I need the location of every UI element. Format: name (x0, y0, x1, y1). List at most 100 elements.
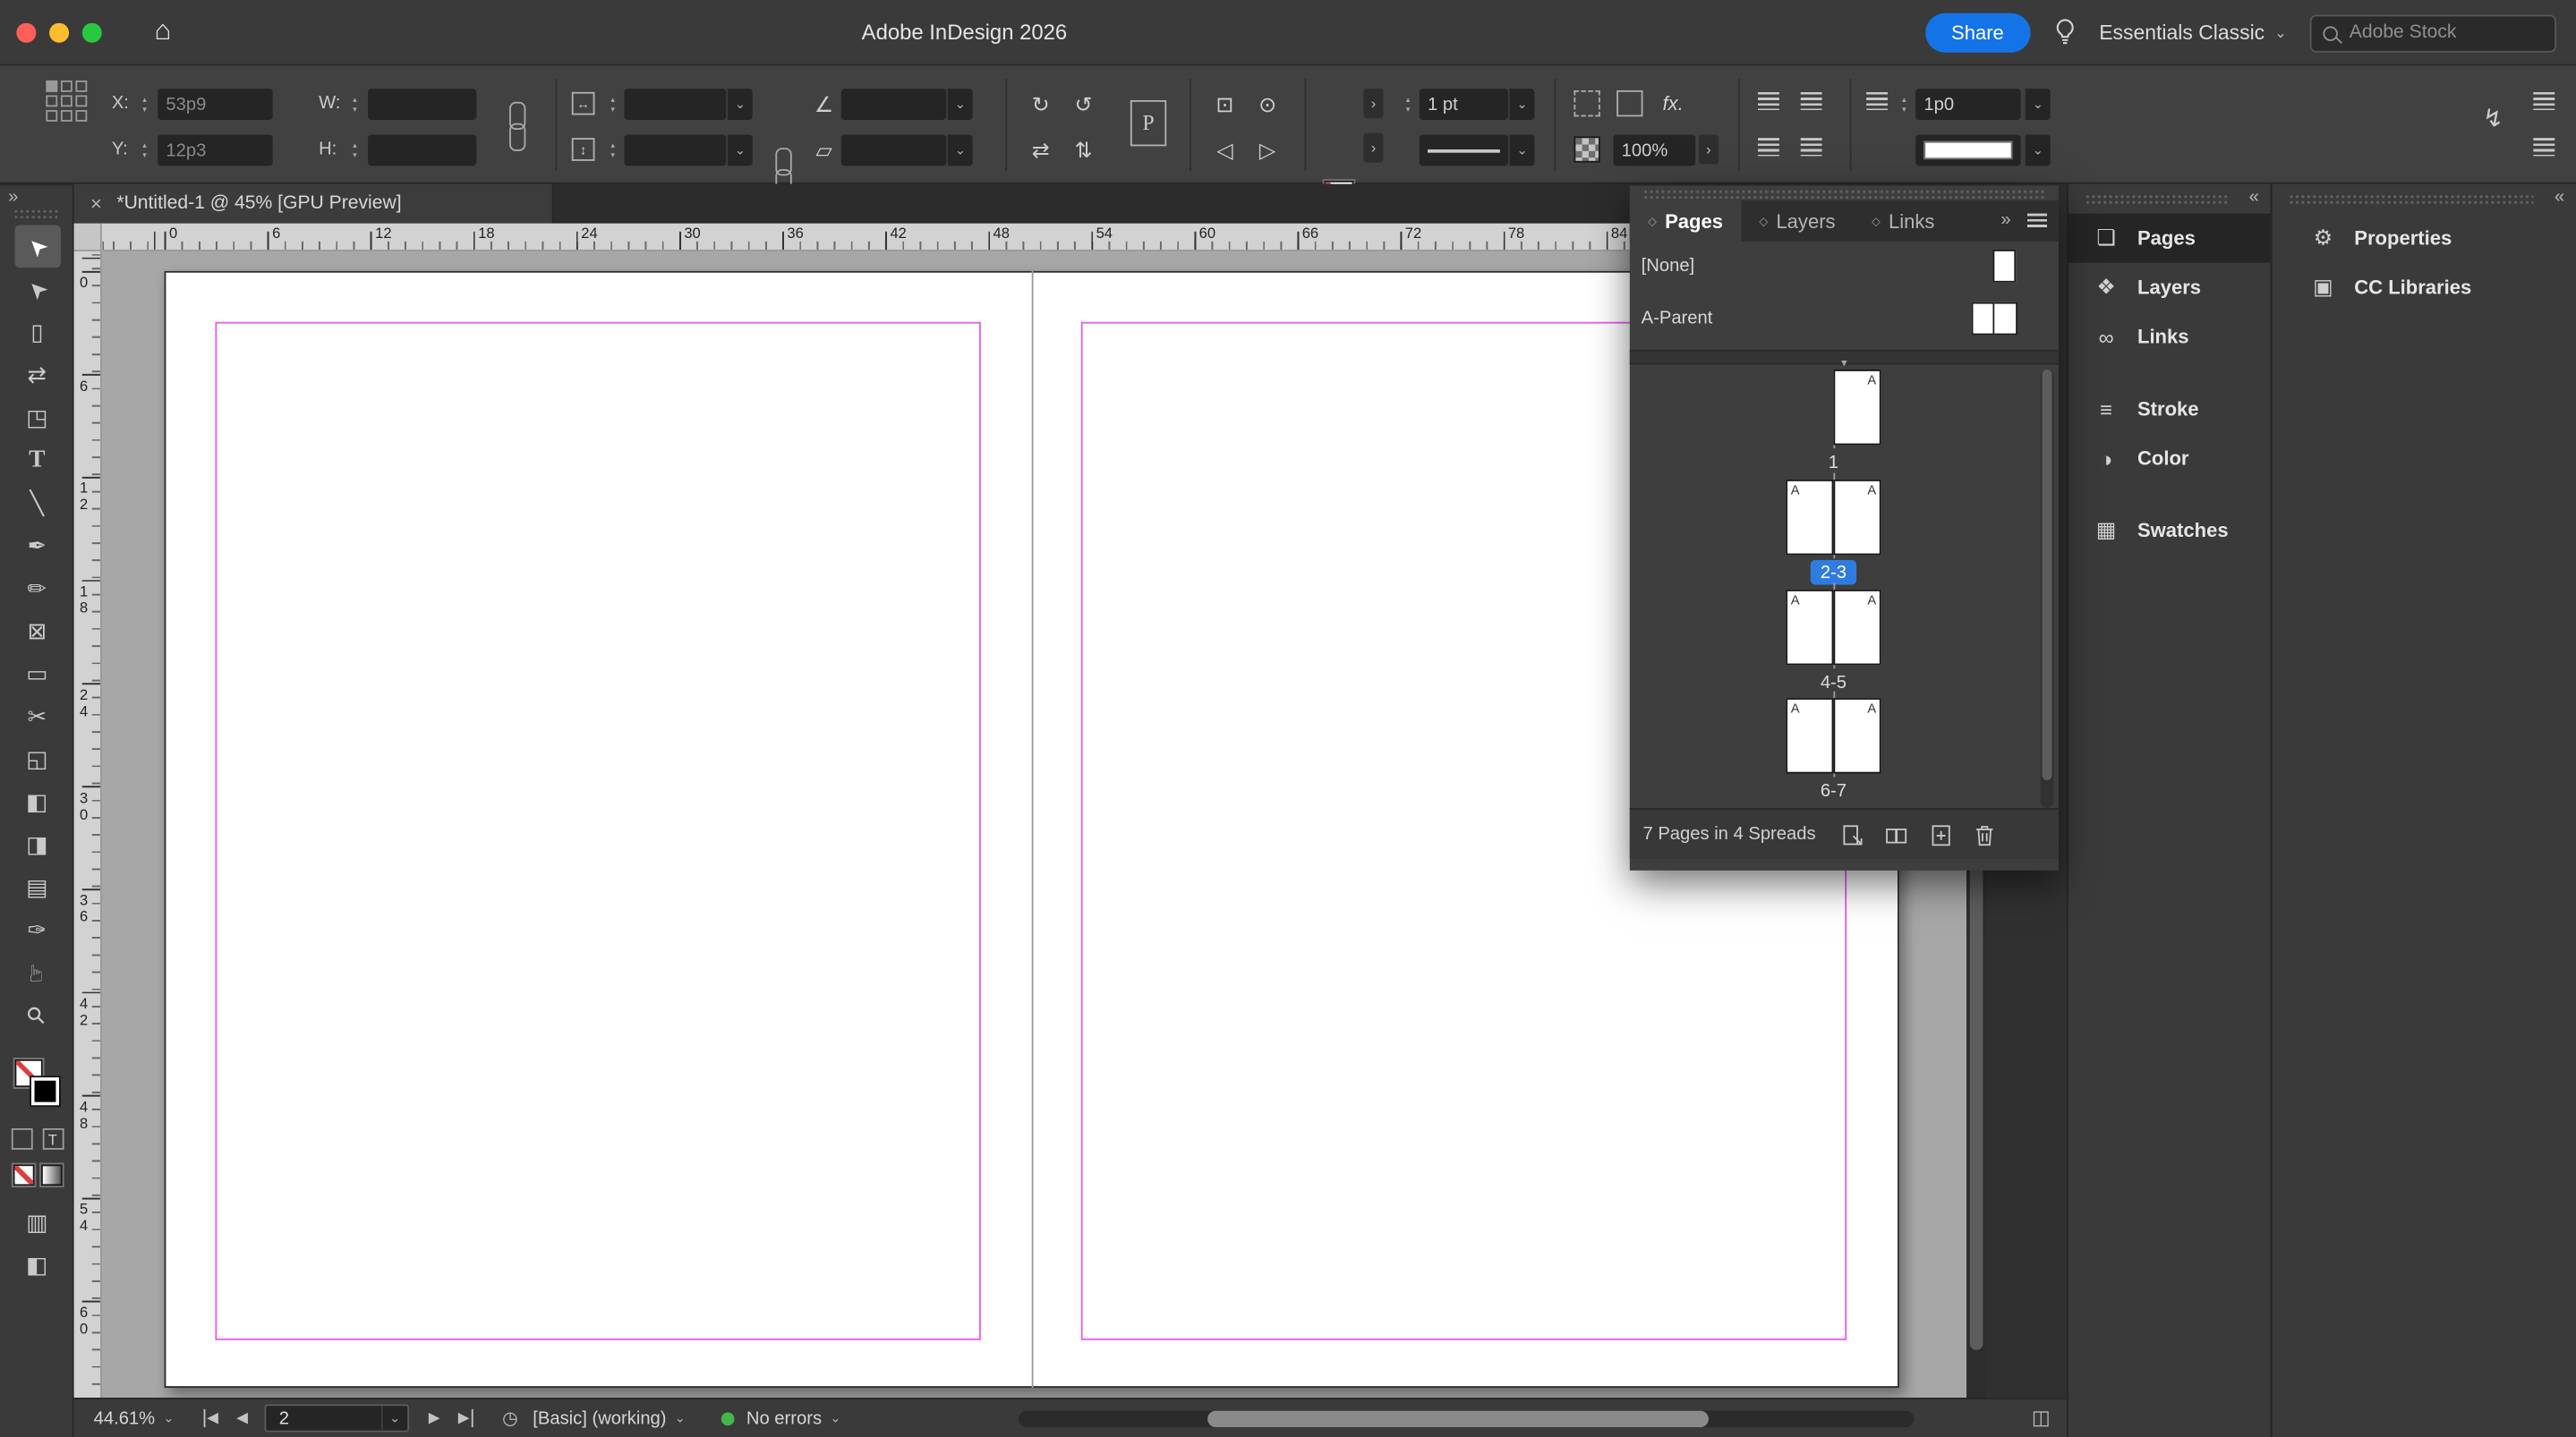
free-transform-tool[interactable]: ◱ (14, 737, 60, 780)
minimize-window-button[interactable] (49, 21, 70, 42)
horizontal-scrollbar[interactable] (1019, 1410, 1915, 1428)
errors-chevron-icon[interactable]: ⌄ (830, 1411, 840, 1426)
dock-drag-handle[interactable] (2085, 193, 2228, 206)
page-spread-item[interactable]: A A 4-5 (1786, 582, 1881, 699)
width-input[interactable] (368, 89, 477, 120)
stroke-type-dropdown[interactable] (1419, 134, 1508, 166)
collapse-dock-icon[interactable]: « (2555, 187, 2564, 207)
panel-tab[interactable]: ◇ Layers (1741, 200, 1854, 242)
dock-drag-handle[interactable] (2288, 193, 2534, 206)
zoom-chevron-icon[interactable]: ⌄ (163, 1411, 174, 1426)
ruler-origin-box[interactable] (73, 223, 102, 251)
panel-tab[interactable]: ◇ Links (1854, 200, 1953, 242)
opacity-flyout-button[interactable]: › (1698, 134, 1719, 165)
rotate-clockwise-button[interactable]: ↻ (1025, 89, 1056, 120)
edit-page-size-icon[interactable] (1840, 823, 1865, 848)
preflight-chevron-icon[interactable]: ⌄ (675, 1411, 686, 1426)
page-spread-item[interactable]: A A 6-7 (1786, 692, 1881, 809)
space-dropdown[interactable]: ⌄ (2024, 89, 2051, 120)
height-input[interactable] (368, 134, 477, 166)
type-tool[interactable]: T (14, 438, 60, 481)
direct-selection-tool[interactable]: ➤ (14, 268, 60, 310)
rotate-counterclockwise-button[interactable]: ↺ (1068, 89, 1099, 120)
gap-tool[interactable]: ⇄ (14, 353, 60, 396)
page-spread-item[interactable]: A A 1 (1786, 369, 1881, 480)
zoom-tool[interactable]: ⚲ (14, 993, 60, 1036)
object-style-dropdown[interactable] (1915, 134, 2021, 166)
frame-tool[interactable]: ⊠ (14, 609, 60, 652)
object-style-chevron[interactable]: ⌄ (2024, 134, 2051, 166)
scale-x-dropdown[interactable]: ⌄ (726, 89, 753, 120)
delete-page-icon[interactable] (1973, 823, 1996, 848)
align-justify-icon[interactable] (1800, 91, 1822, 110)
split-view-icon[interactable]: ◫ (2032, 1406, 2051, 1429)
frame-fitting-icon[interactable] (1616, 89, 1643, 117)
stroke-flyout-button[interactable]: › (1363, 132, 1384, 163)
page-thumbnail-right[interactable]: A (1833, 698, 1881, 774)
panel-section-divider[interactable]: ▾ (1629, 349, 2059, 370)
formatting-affects-container-icon[interactable] (10, 1127, 32, 1150)
height-stepper[interactable]: ▴ ▾ (346, 135, 363, 166)
parent-row-a[interactable]: A-Parent (1630, 291, 2059, 346)
page-spread-item[interactable]: A A 2-3 (1786, 472, 1881, 590)
scale-x-stepper[interactable]: ▴ ▾ (604, 89, 620, 120)
pages-scrollbar-thumb[interactable] (2042, 369, 2052, 780)
x-stepper[interactable]: ▴ ▾ (136, 89, 152, 120)
lightbulb-icon[interactable] (2053, 18, 2077, 47)
scale-y-dropdown[interactable]: ⌄ (726, 134, 753, 166)
preflight-status[interactable]: No errors (746, 1408, 822, 1428)
panel-item-stroke[interactable]: ≡ Stroke (2068, 385, 2271, 434)
panel-item-pages[interactable]: ❏ Pages (2068, 213, 2271, 263)
selection-tool[interactable]: ➤ (13, 225, 60, 268)
share-button[interactable]: Share (1924, 13, 2031, 53)
page-thumbnail-right[interactable]: A (1833, 479, 1881, 555)
page-thumbnail-left[interactable]: A (1786, 479, 1834, 555)
view-spread-icon[interactable] (1884, 823, 1909, 848)
workspace-switcher[interactable]: Essentials Classic ⌄ (2099, 21, 2287, 45)
align-left-icon[interactable] (1757, 91, 1779, 110)
stroke-weight-stepper[interactable]: ▴ ▾ (1400, 89, 1416, 120)
expand-panel-icon[interactable]: » (2000, 210, 2010, 230)
next-page-button[interactable]: ▶ (429, 1409, 440, 1427)
stroke-weight-dropdown[interactable]: ⌄ (1507, 89, 1535, 120)
y-input[interactable]: 12p3 (158, 134, 273, 166)
current-page-value[interactable]: 2 (266, 1408, 380, 1428)
toolbar-expand-icon[interactable]: » (8, 187, 18, 207)
last-page-button[interactable]: ▶ (458, 1408, 473, 1428)
control-panel-options-icon[interactable] (2533, 138, 2555, 157)
adobe-stock-search[interactable]: Adobe Stock (2309, 13, 2557, 52)
select-next-icon[interactable]: ▷ (1252, 135, 1284, 166)
control-panel-menu-icon[interactable] (2533, 91, 2555, 110)
opacity-input[interactable]: 100% (1613, 134, 1696, 166)
select-content-icon[interactable]: ⊙ (1252, 89, 1284, 120)
x-input[interactable]: 53p9 (158, 89, 273, 120)
page-thumbnail-left[interactable]: A (1786, 698, 1834, 774)
stroke-weight-input[interactable]: 1 pt (1419, 89, 1508, 120)
page-thumbnail-right[interactable]: A (1833, 589, 1881, 665)
panel-menu-icon[interactable] (2027, 212, 2048, 228)
hand-tool[interactable]: ☞ (14, 951, 60, 994)
page-thumbnail-right[interactable]: A (1833, 369, 1881, 446)
reference-point-proxy[interactable] (46, 80, 88, 122)
eyedropper-tool[interactable]: ✑ (14, 908, 60, 951)
rectangle-tool[interactable]: ▭ (14, 652, 60, 695)
document-tab[interactable]: × *Untitled-1 @ 45% [GPU Preview] (73, 183, 554, 224)
previous-page-button[interactable]: ◀ (236, 1409, 248, 1427)
home-icon[interactable]: ⌂ (155, 14, 172, 47)
scissors-tool[interactable]: ✂ (14, 694, 60, 737)
corner-options-icon[interactable] (1574, 89, 1600, 117)
stroke-swatch[interactable] (30, 1077, 60, 1106)
page-tool[interactable]: ▯ (14, 310, 60, 353)
baseline-grid-icon[interactable] (1757, 138, 1779, 157)
toolbar-drag-handle[interactable] (13, 208, 61, 219)
content-collector-tool[interactable]: ◳ (14, 395, 60, 438)
select-container-icon[interactable]: ⊡ (1209, 89, 1241, 120)
page-number-combo[interactable]: 2 ⌄ (264, 1404, 409, 1433)
shear-angle-input[interactable] (840, 134, 947, 166)
page-thumbnail-left[interactable]: A (1786, 589, 1834, 665)
panel-item-links[interactable]: ∞ Links (2068, 312, 2271, 361)
parent-row-none[interactable]: [None] (1630, 242, 2059, 291)
effects-button[interactable]: fx. (1663, 92, 1684, 115)
flip-vertical-button[interactable]: ⇅ (1068, 135, 1099, 166)
text-frame-options-icon[interactable] (1800, 138, 1822, 157)
